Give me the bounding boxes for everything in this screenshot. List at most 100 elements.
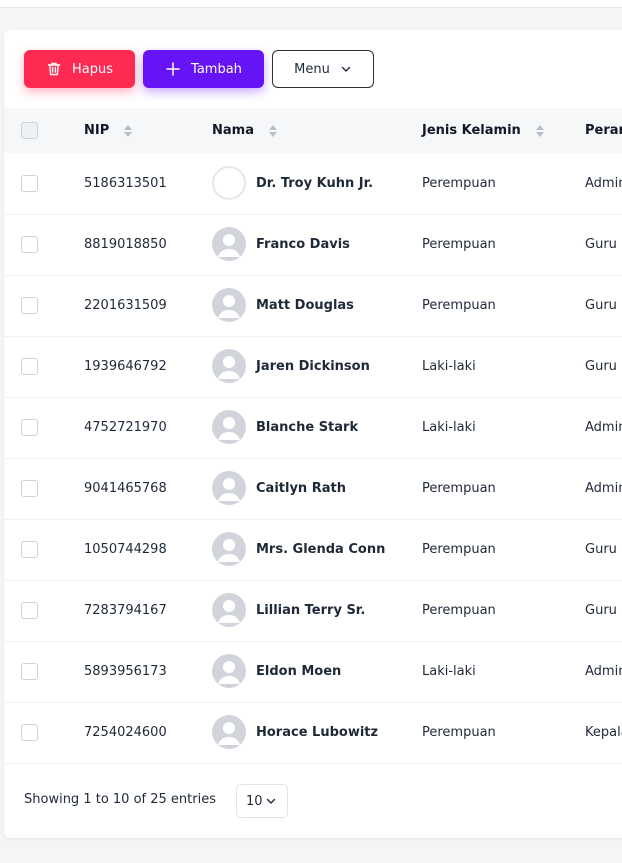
nip-cell: 9041465768 xyxy=(84,480,167,496)
role-cell: Guru xyxy=(585,358,617,374)
column-header-label: Nama xyxy=(212,123,254,138)
name-cell: Lillian Terry Sr. xyxy=(256,602,366,618)
name-cell: Dr. Troy Kuhn Jr. xyxy=(256,175,374,191)
select-all-checkbox[interactable] xyxy=(21,122,38,139)
table-row: 8819018850 Franco Davis Perempuan Guru xyxy=(4,214,622,276)
row-checkbox[interactable] xyxy=(21,175,38,192)
user-icon xyxy=(212,288,246,322)
nip-cell: 7283794167 xyxy=(84,602,167,618)
user-icon xyxy=(212,227,246,261)
avatar xyxy=(212,471,246,505)
role-cell: Admin xyxy=(585,480,622,496)
row-checkbox[interactable] xyxy=(21,663,38,680)
row-checkbox[interactable] xyxy=(21,480,38,497)
sort-icon xyxy=(123,124,133,138)
page-size-select[interactable]: 10 xyxy=(236,784,288,818)
delete-button-label: Hapus xyxy=(71,61,113,77)
gender-cell: Laki-laki xyxy=(422,358,476,374)
role-cell: Guru xyxy=(585,297,617,313)
delete-button[interactable]: Hapus xyxy=(24,50,135,88)
avatar xyxy=(212,288,246,322)
name-cell: Horace Lubowitz xyxy=(256,724,379,740)
role-cell: Guru xyxy=(585,541,617,557)
row-checkbox[interactable] xyxy=(21,419,38,436)
name-cell: Mrs. Glenda Conn xyxy=(256,541,386,557)
avatar xyxy=(212,227,246,261)
table-row: 5186313501 Dr. Troy Kuhn Jr. Perempuan A… xyxy=(4,153,622,215)
table-row: 7254024600 Horace Lubowitz Perempuan Kep… xyxy=(4,702,622,764)
gender-cell: Perempuan xyxy=(422,297,496,313)
data-table-card: Hapus Tambah Menu NIP Nama Jenis Kelamin… xyxy=(4,30,622,838)
nip-cell: 2201631509 xyxy=(84,297,167,313)
row-checkbox[interactable] xyxy=(21,358,38,375)
table-header: NIP Nama Jenis Kelamin Peran xyxy=(4,108,622,153)
user-icon xyxy=(212,593,246,627)
column-header-nama[interactable]: Nama xyxy=(212,108,278,153)
gender-cell: Perempuan xyxy=(422,480,496,496)
name-cell: Franco Davis xyxy=(256,236,350,252)
row-checkbox[interactable] xyxy=(21,236,38,253)
gender-cell: Laki-laki xyxy=(422,419,476,435)
role-cell: Admin xyxy=(585,175,622,191)
nip-cell: 5893956173 xyxy=(84,663,167,679)
menu-dropdown-button[interactable]: Menu xyxy=(272,50,374,88)
avatar xyxy=(212,410,246,444)
row-checkbox[interactable] xyxy=(21,724,38,741)
gender-cell: Perempuan xyxy=(422,541,496,557)
row-checkbox[interactable] xyxy=(21,602,38,619)
avatar xyxy=(212,593,246,627)
top-bar xyxy=(0,0,622,8)
table-row: 2201631509 Matt Douglas Perempuan Guru xyxy=(4,275,622,337)
gender-cell: Perempuan xyxy=(422,175,496,191)
name-cell: Matt Douglas xyxy=(256,297,354,313)
user-icon xyxy=(212,410,246,444)
user-icon xyxy=(212,715,246,749)
entries-info: Showing 1 to 10 of 25 entries xyxy=(24,792,216,807)
name-cell: Eldon Moen xyxy=(256,663,342,679)
gender-cell: Laki-laki xyxy=(422,663,476,679)
avatar xyxy=(212,166,246,200)
nip-cell: 8819018850 xyxy=(84,236,167,252)
table-row: 7283794167 Lillian Terry Sr. Perempuan G… xyxy=(4,580,622,642)
gender-cell: Perempuan xyxy=(422,724,496,740)
column-header-label: NIP xyxy=(84,123,110,138)
menu-button-label: Menu xyxy=(294,61,330,77)
plus-icon xyxy=(165,61,181,77)
column-header-nip[interactable]: NIP xyxy=(84,108,133,153)
avatar xyxy=(212,349,246,383)
avatar xyxy=(212,532,246,566)
avatar xyxy=(212,715,246,749)
nip-cell: 4752721970 xyxy=(84,419,167,435)
sort-icon xyxy=(535,124,545,138)
name-cell: Blanche Stark xyxy=(256,419,359,435)
column-header-jenis-kelamin[interactable]: Jenis Kelamin xyxy=(422,108,545,153)
role-cell: Guru xyxy=(585,236,617,252)
role-cell: Guru xyxy=(585,602,617,618)
table-row: 4752721970 Blanche Stark Laki-laki Admin xyxy=(4,397,622,459)
trash-icon xyxy=(46,61,62,77)
user-icon xyxy=(212,349,246,383)
table-row: 1939646792 Jaren Dickinson Laki-laki Gur… xyxy=(4,336,622,398)
table-row: 1050744298 Mrs. Glenda Conn Perempuan Gu… xyxy=(4,519,622,581)
name-cell: Caitlyn Rath xyxy=(256,480,346,496)
user-icon xyxy=(212,654,246,688)
add-button-label: Tambah xyxy=(191,61,242,77)
column-header-label: Peran xyxy=(585,123,622,138)
column-header-peran[interactable]: Peran xyxy=(585,108,622,153)
avatar xyxy=(212,654,246,688)
nip-cell: 7254024600 xyxy=(84,724,167,740)
row-checkbox[interactable] xyxy=(21,541,38,558)
table-row: 5893956173 Eldon Moen Laki-laki Admin xyxy=(4,641,622,703)
nip-cell: 1050744298 xyxy=(84,541,167,557)
row-checkbox[interactable] xyxy=(21,297,38,314)
user-icon xyxy=(212,471,246,505)
page-size-value: 10 xyxy=(246,793,263,809)
add-button[interactable]: Tambah xyxy=(143,50,264,88)
gender-cell: Perempuan xyxy=(422,236,496,252)
role-cell: Admin xyxy=(585,419,622,435)
chevron-down-icon xyxy=(340,63,352,75)
nip-cell: 5186313501 xyxy=(84,175,167,191)
role-cell: Kepala xyxy=(585,724,622,740)
table-row: 9041465768 Caitlyn Rath Perempuan Admin xyxy=(4,458,622,520)
chevron-down-icon xyxy=(265,795,277,807)
